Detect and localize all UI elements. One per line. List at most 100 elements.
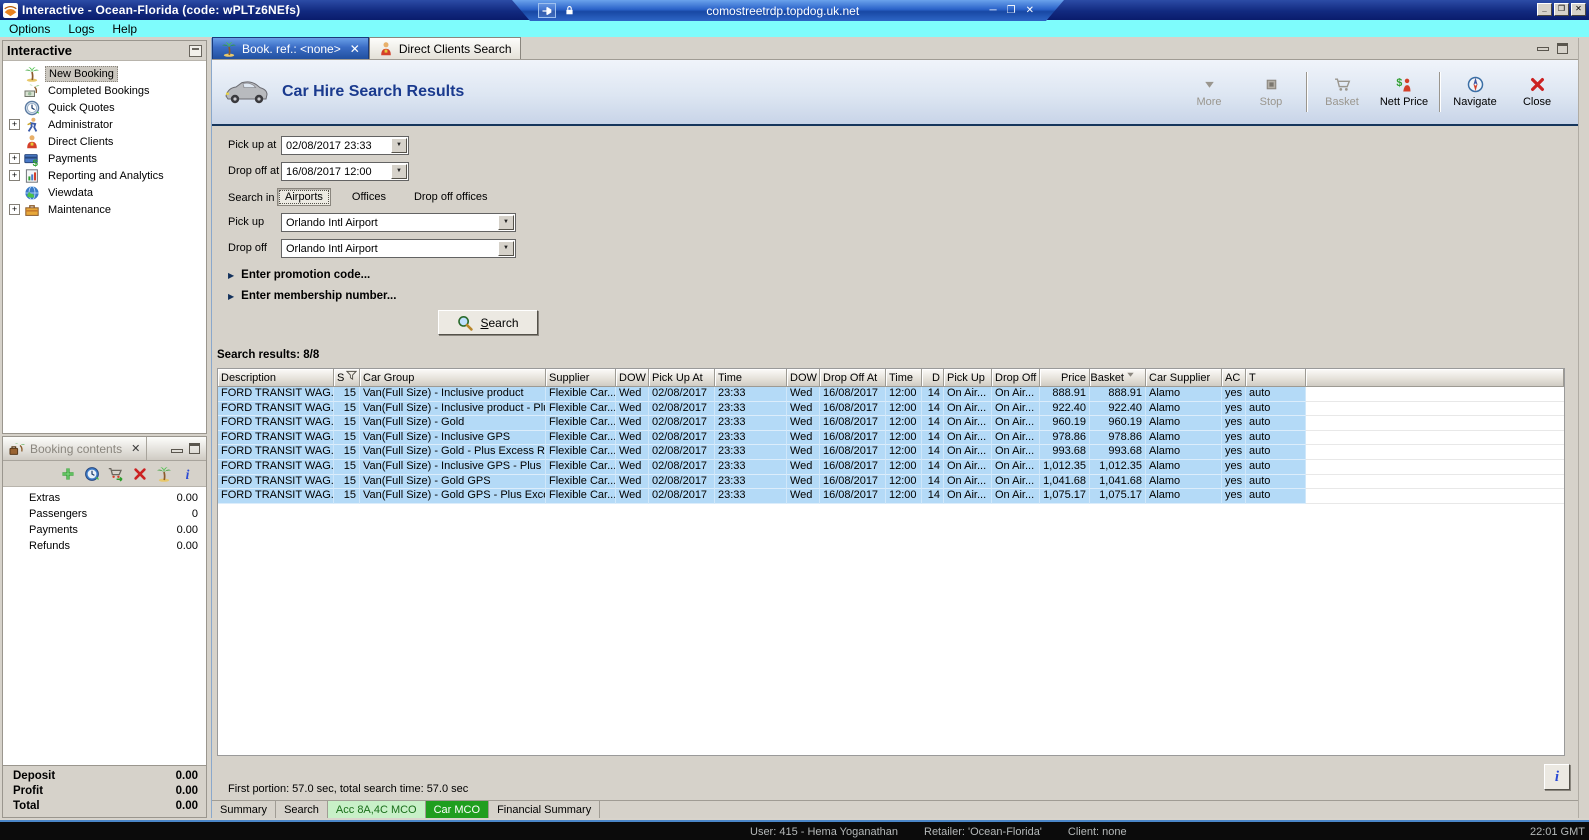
cell-filler bbox=[1306, 474, 1564, 490]
sidebar-item-administrator[interactable]: + Administrator bbox=[3, 116, 206, 133]
bottom-tab-acc-8a-4c-mco[interactable]: Acc 8A,4C MCO bbox=[327, 801, 426, 818]
column-header-drop-off-at[interactable]: Drop Off At bbox=[820, 369, 886, 387]
table-row[interactable]: FORD TRANSIT WAG... 15 Van(Full Size) - Go… bbox=[218, 445, 1564, 460]
quote-clock-icon[interactable] bbox=[84, 466, 100, 482]
close-icon[interactable]: ✕ bbox=[131, 442, 140, 455]
column-header-supplier[interactable]: Supplier bbox=[546, 369, 616, 387]
booking-row-label: Payments bbox=[29, 524, 78, 536]
column-header-ac[interactable]: AC bbox=[1222, 369, 1246, 387]
table-row[interactable]: FORD TRANSIT WAG... 15 Van(Full Size) - Go… bbox=[218, 416, 1564, 431]
maximize-panel-icon[interactable] bbox=[1557, 43, 1568, 54]
column-header-car-group[interactable]: Car Group bbox=[360, 369, 546, 387]
column-header-time[interactable]: Time bbox=[715, 369, 787, 387]
chevron-down-icon[interactable]: ▼ bbox=[498, 241, 514, 256]
info-button[interactable]: i bbox=[1544, 764, 1570, 790]
navigate-button[interactable]: Navigate bbox=[1444, 72, 1506, 112]
chevron-down-icon[interactable]: ▼ bbox=[498, 215, 514, 230]
cell-time: 12:00 bbox=[886, 445, 922, 460]
pickup-location-field[interactable]: Orlando Intl Airport ▼ bbox=[281, 213, 516, 232]
minimize-panel-icon[interactable] bbox=[1537, 46, 1549, 51]
window-minimize-button[interactable]: _ bbox=[1537, 3, 1552, 16]
pin-icon[interactable] bbox=[538, 3, 556, 18]
table-row[interactable]: FORD TRANSIT WAG... 15 Van(Full Size) - In… bbox=[218, 387, 1564, 402]
column-header-description[interactable]: Description bbox=[218, 369, 334, 387]
sidebar-item-viewdata[interactable]: Viewdata bbox=[3, 184, 206, 201]
column-header-basket[interactable]: Basket bbox=[1090, 369, 1146, 387]
dropoff-location-field[interactable]: Orlando Intl Airport ▼ bbox=[281, 239, 516, 258]
booking-contents-tab[interactable]: Booking contents ✕ bbox=[5, 437, 148, 460]
menu-item-options[interactable]: Options bbox=[0, 21, 59, 37]
expand-icon[interactable]: + bbox=[9, 153, 20, 164]
table-row[interactable]: FORD TRANSIT WAG... 15 Van(Full Size) - In… bbox=[218, 430, 1564, 446]
column-header-t[interactable]: T bbox=[1246, 369, 1306, 387]
table-row[interactable]: FORD TRANSIT WAG... 15 Van(Full Size) - In… bbox=[218, 459, 1564, 475]
rdp-close-button[interactable]: ✕ bbox=[1026, 5, 1034, 16]
expand-icon[interactable]: + bbox=[9, 170, 20, 181]
maximize-panel-icon[interactable] bbox=[189, 443, 200, 454]
rdp-minimize-button[interactable]: ─ bbox=[990, 5, 997, 16]
rdp-restore-button[interactable]: ❐ bbox=[1007, 5, 1016, 16]
cell-dow: Wed bbox=[787, 387, 820, 402]
tab-direct-clients-search[interactable]: Direct Clients Search bbox=[368, 37, 521, 59]
sidebar-item-maintenance[interactable]: + Maintenance bbox=[3, 201, 206, 218]
sidebar-item-payments[interactable]: + $ Payments bbox=[3, 150, 206, 169]
minimize-panel-icon[interactable] bbox=[171, 449, 183, 453]
booking-row-label: Refunds bbox=[29, 540, 70, 552]
cart-go-icon[interactable] bbox=[108, 466, 124, 482]
results-table-header: Description S Car Group Supplier DOW Pick Up … bbox=[218, 369, 1564, 387]
column-header-s[interactable]: S bbox=[334, 369, 360, 387]
table-row[interactable]: FORD TRANSIT WAG... 15 Van(Full Size) - Go… bbox=[218, 474, 1564, 490]
table-row[interactable]: FORD TRANSIT WAG... 15 Van(Full Size) - In… bbox=[218, 401, 1564, 417]
window-close-button[interactable]: ✕ bbox=[1571, 3, 1586, 16]
column-header-d[interactable]: D bbox=[922, 369, 944, 387]
search-in-option-offices[interactable]: Offices bbox=[345, 189, 393, 205]
dropoff-location-value: Orlando Intl Airport bbox=[286, 242, 378, 255]
sidebar-item-completed-bookings[interactable]: Completed Bookings bbox=[3, 82, 206, 99]
close-icon[interactable]: ✕ bbox=[350, 42, 360, 56]
column-header-dow[interactable]: DOW bbox=[787, 369, 820, 387]
nett-price-button[interactable]: $ Nett Price bbox=[1373, 72, 1435, 112]
tab-book-ref-none[interactable]: Book. ref.: <none> ✕ bbox=[212, 37, 369, 59]
chevron-down-icon[interactable]: ▼ bbox=[391, 164, 407, 179]
membership-number-expander[interactable]: ▶ Enter membership number... bbox=[228, 290, 396, 302]
search-button[interactable]: Search bbox=[438, 310, 538, 335]
info-icon[interactable]: i bbox=[180, 466, 196, 482]
bottom-tab-financial-summary[interactable]: Financial Summary bbox=[489, 801, 601, 818]
palm-icon[interactable] bbox=[156, 466, 172, 482]
column-header-label: DOW bbox=[790, 371, 817, 384]
pickup-at-field[interactable]: 02/08/2017 23:33 ▼ bbox=[281, 136, 409, 155]
column-header-pick-up[interactable]: Pick Up bbox=[944, 369, 992, 387]
sidebar-item-quick-quotes[interactable]: Quick Quotes bbox=[3, 99, 206, 116]
promotion-code-expander[interactable]: ▶ Enter promotion code... bbox=[228, 269, 370, 281]
expand-icon[interactable]: + bbox=[9, 119, 20, 130]
close-button[interactable]: Close bbox=[1506, 72, 1568, 112]
column-header-drop-off[interactable]: Drop Off bbox=[992, 369, 1040, 387]
column-header-pick-up-at[interactable]: Pick Up At bbox=[649, 369, 715, 387]
search-in-option-drop-off-offices[interactable]: Drop off offices bbox=[407, 189, 495, 205]
delete-icon[interactable] bbox=[132, 466, 148, 482]
cell-description: FORD TRANSIT WAG... bbox=[218, 416, 334, 431]
dropoff-at-field[interactable]: 16/08/2017 12:00 ▼ bbox=[281, 162, 409, 181]
chevron-down-icon[interactable]: ▼ bbox=[391, 138, 407, 153]
cell-time: 23:33 bbox=[715, 387, 787, 402]
sidebar-item-direct-clients[interactable]: Direct Clients bbox=[3, 133, 206, 150]
column-header-car-supplier[interactable]: Car Supplier bbox=[1146, 369, 1222, 387]
sidebar-item-new-booking[interactable]: New Booking bbox=[3, 65, 206, 82]
column-header-dow[interactable]: DOW bbox=[616, 369, 649, 387]
bottom-tab-car-mco[interactable]: Car MCO bbox=[425, 801, 490, 818]
menu-item-help[interactable]: Help bbox=[103, 21, 146, 37]
plus-icon[interactable] bbox=[60, 466, 76, 482]
collapse-panel-icon[interactable] bbox=[189, 44, 202, 57]
bottom-tab-summary[interactable]: Summary bbox=[212, 801, 277, 818]
menu-item-logs[interactable]: Logs bbox=[59, 21, 103, 37]
bottom-tab-search[interactable]: Search bbox=[276, 801, 328, 818]
booking-total-deposit: Deposit 0.00 bbox=[13, 770, 198, 785]
window-restore-button[interactable]: ❐ bbox=[1554, 3, 1569, 16]
column-header-time[interactable]: Time bbox=[886, 369, 922, 387]
cell-car-supplier: Alamo bbox=[1146, 416, 1222, 431]
search-in-option-airports[interactable]: Airports bbox=[277, 188, 331, 206]
column-header-price[interactable]: Price bbox=[1040, 369, 1090, 387]
sidebar-item-reporting-and-analytics[interactable]: + Reporting and Analytics bbox=[3, 167, 206, 184]
expand-icon[interactable]: + bbox=[9, 204, 20, 215]
table-row[interactable]: FORD TRANSIT WAG... 15 Van(Full Size) - Go… bbox=[218, 489, 1564, 504]
